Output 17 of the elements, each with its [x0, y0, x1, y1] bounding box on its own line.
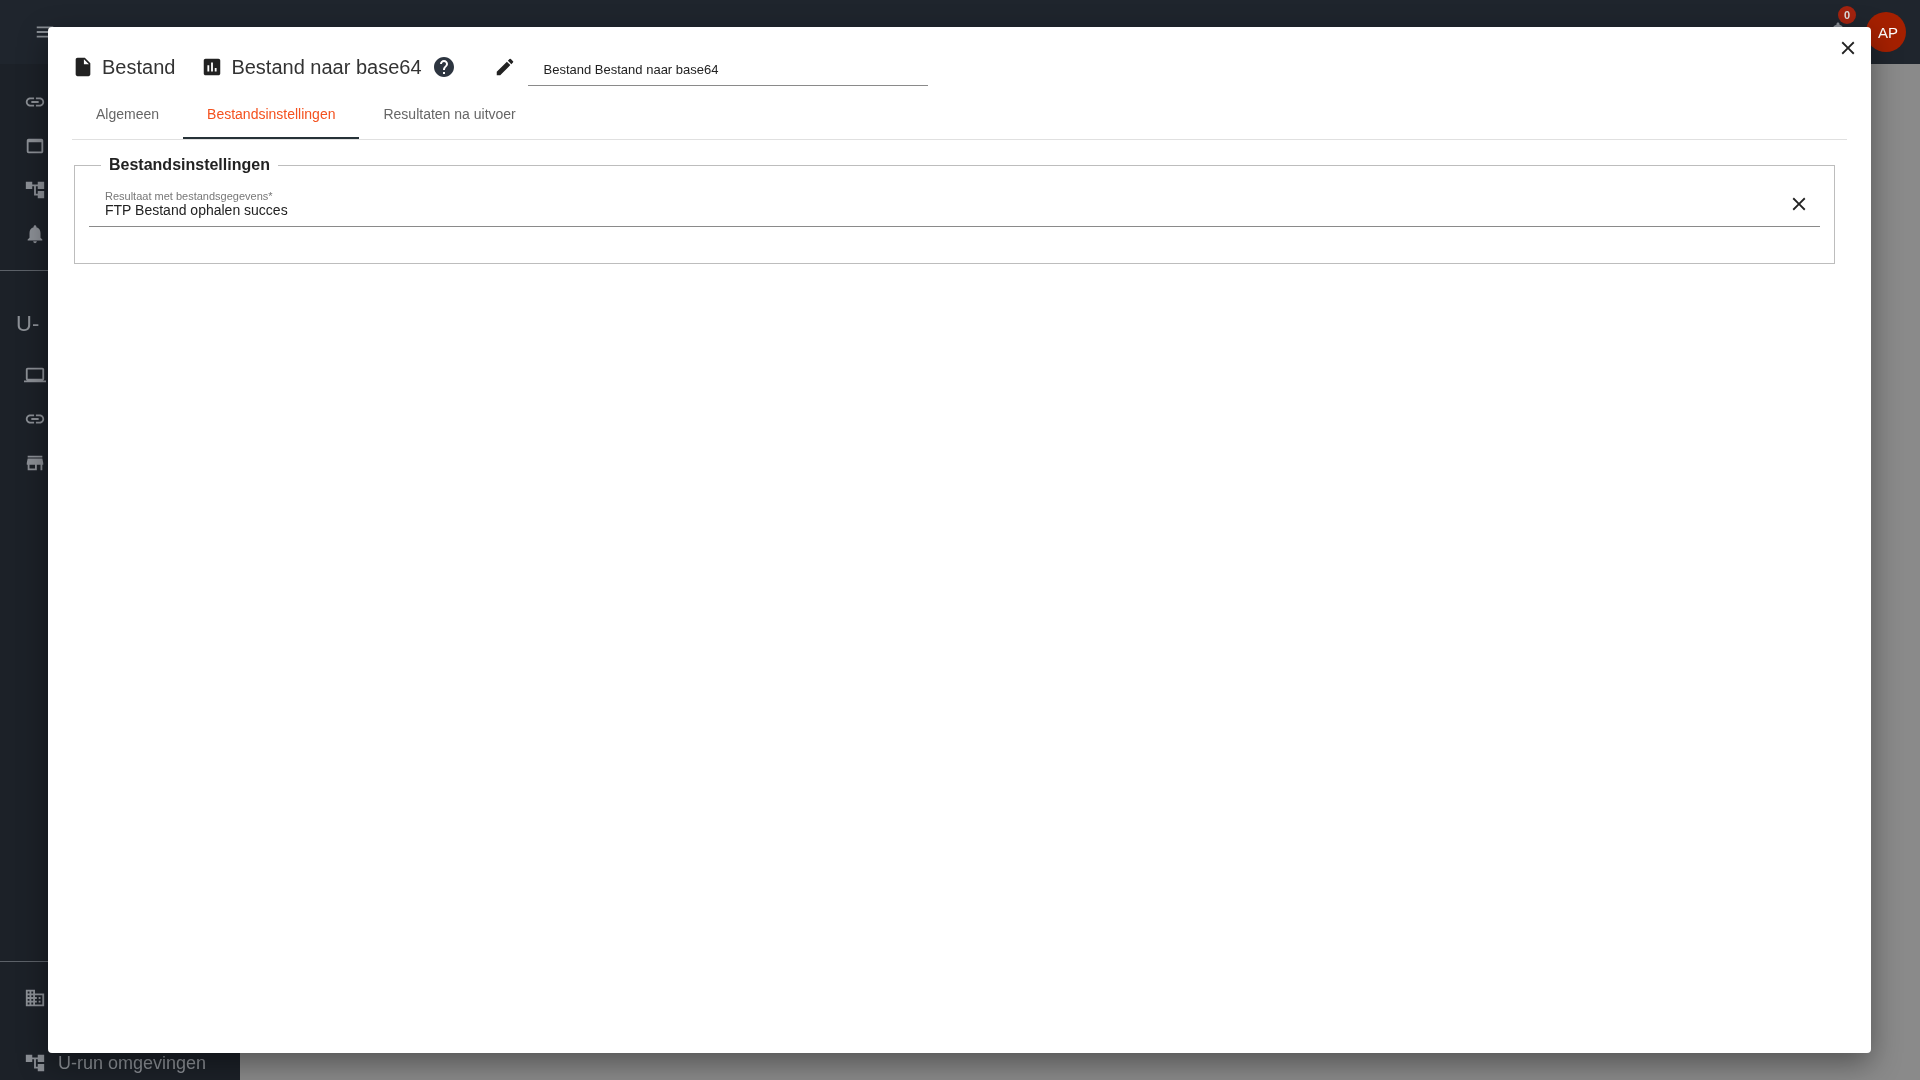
tree-icon[interactable]: [24, 1052, 46, 1074]
building-icon[interactable]: [24, 987, 46, 1009]
tab[interactable]: Algemeen: [72, 91, 184, 139]
breadcrumb-label: Bestand: [102, 55, 176, 79]
notification-badge: 0: [1838, 6, 1856, 24]
field-value: FTP Bestand ophalen succes: [105, 202, 289, 218]
panel-title: Bestandsinstellingen: [108, 156, 271, 174]
tab[interactable]: Bestandsinstellingen: [183, 91, 360, 139]
section-title: U-: [15, 310, 40, 338]
tree-icon[interactable]: [24, 179, 46, 201]
breadcrumb-label: Bestand naar base64: [231, 55, 422, 79]
field-label: Resultaat met bestandsgegevens*: [105, 190, 274, 202]
result-field[interactable]: Resultaat met bestandsgegevens* FTP Bestand ophalen succes: [89, 184, 1820, 227]
help-icon[interactable]: [431, 55, 456, 79]
sidebar-item[interactable]: U-run omgevingen: [58, 1053, 207, 1074]
user-avatar[interactable]: AP: [1866, 12, 1906, 52]
tab[interactable]: Resultaten na uitvoer: [359, 91, 540, 139]
